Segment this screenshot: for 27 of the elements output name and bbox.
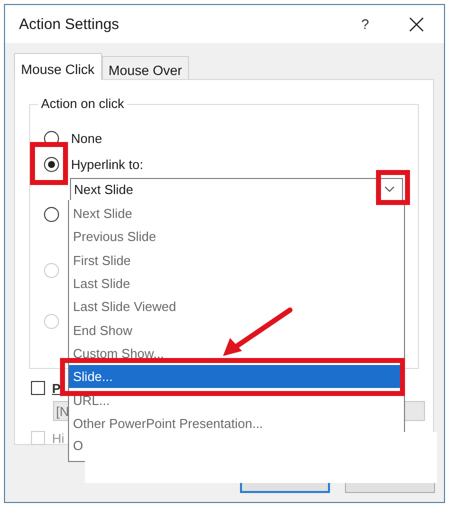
- dropdown-value: Next Slide: [74, 182, 134, 197]
- window-title: Action Settings: [19, 16, 120, 32]
- checkbox-label: P: [52, 380, 61, 396]
- hyperlink-dropdown[interactable]: Next Slide: [70, 178, 403, 201]
- help-button[interactable]: ?: [361, 16, 369, 32]
- radio-button[interactable]: [44, 157, 59, 172]
- checkbox-label: Hi: [52, 430, 64, 446]
- tab[interactable]: Mouse Click: [14, 53, 102, 80]
- dropdown-item[interactable]: Last Slide: [69, 272, 404, 296]
- radio-label: None: [71, 131, 104, 146]
- dropdown-item[interactable]: Next Slide: [69, 202, 404, 226]
- dropdown-item[interactable]: First Slide: [69, 248, 404, 272]
- dropdown-item[interactable]: Previous Slide: [69, 225, 404, 249]
- radio-button[interactable]: [44, 207, 59, 222]
- radio-label: Hyperlink to:: [71, 157, 144, 172]
- close-icon[interactable]: [409, 16, 424, 32]
- group-title: Action on click: [38, 96, 128, 111]
- dropdown-item[interactable]: Last Slide Viewed: [69, 295, 404, 318]
- dropdown-item[interactable]: O: [68, 432, 85, 462]
- tab[interactable]: Mouse Over: [102, 56, 190, 79]
- dropdown-item[interactable]: End Show: [69, 318, 404, 342]
- chevron-icon[interactable]: [384, 186, 395, 193]
- dialog-button[interactable]: [240, 483, 330, 493]
- dropdown-item[interactable]: Other PowerPoint Presentation...: [69, 412, 404, 435]
- checkbox[interactable]: [31, 381, 45, 395]
- highlight-frame: [30, 142, 68, 185]
- field-value: [N: [56, 404, 69, 418]
